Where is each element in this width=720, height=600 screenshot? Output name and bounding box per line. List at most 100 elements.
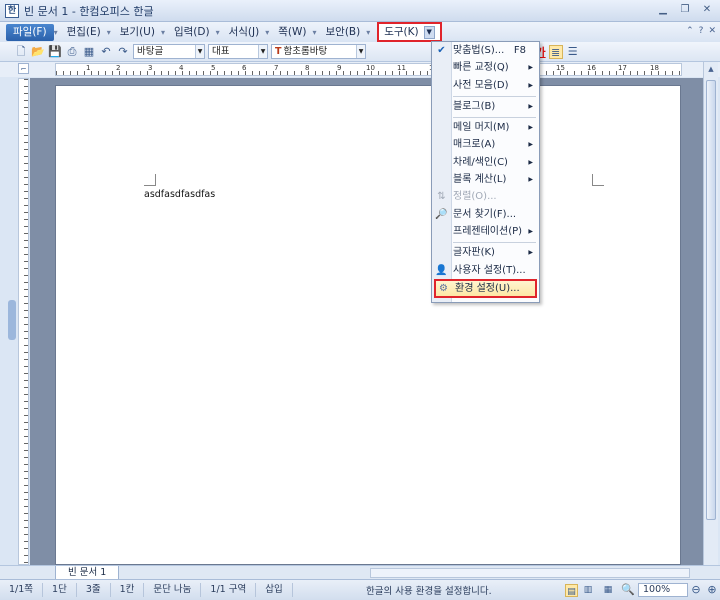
- menu-item-mail-merge[interactable]: 메일 머지(M) ▶: [432, 119, 539, 136]
- ruler-number: 15: [556, 64, 565, 72]
- menu-item-find-document[interactable]: 🔎 문서 찾기(F)...: [432, 206, 539, 223]
- side-panel-handle[interactable]: [8, 300, 16, 340]
- submenu-arrow-icon: ▶: [528, 141, 533, 149]
- menu-item-label: 글자판(K): [453, 247, 495, 259]
- document-text[interactable]: asdfasdfasdfas: [144, 189, 215, 200]
- scroll-up-icon[interactable]: ▲: [704, 62, 718, 76]
- menu-item-label: 문서 찾기(F)...: [453, 208, 517, 220]
- menu-format[interactable]: 서식(J): [223, 24, 266, 41]
- menu-item-dictionary[interactable]: 사전 모음(D) ▶: [432, 77, 539, 94]
- save-icon[interactable]: 💾: [48, 45, 62, 59]
- menu-expand-icon: ▾: [106, 27, 111, 37]
- zoom-out-icon[interactable]: ⊖: [688, 583, 704, 597]
- submenu-arrow-icon: ▶: [528, 249, 533, 257]
- menu-item-shortcut: F8: [513, 45, 526, 56]
- status-insert-mode[interactable]: 삽입: [256, 583, 293, 597]
- font-type-icon: T: [275, 46, 282, 57]
- hwp-app-icon[interactable]: 한: [5, 3, 19, 18]
- document-tab-bar: 빈 문서 1: [0, 565, 720, 580]
- vertical-ruler[interactable]: [18, 78, 29, 565]
- horizontal-ruler[interactable]: 1 2 3 4 5 6 7 8 9 10 11 12 13 14 15 16 1…: [55, 63, 682, 76]
- find-document-icon: 🔎: [435, 208, 448, 220]
- menu-item-label: 사용자 설정(T)...: [453, 264, 526, 276]
- close-doc-icon[interactable]: ✕: [708, 26, 716, 36]
- tab-type-icon[interactable]: ⌐: [18, 63, 29, 74]
- ruler-number: 11: [397, 64, 406, 72]
- help-icon[interactable]: ?: [699, 26, 704, 36]
- tools-dropdown-menu: ✔ 맞춤법(S)... F8 빠른 교정(Q) ▶ 사전 모음(D) ▶ 블로그…: [431, 41, 540, 303]
- menu-security[interactable]: 보안(B): [320, 24, 367, 41]
- scroll-thumb[interactable]: [706, 80, 716, 520]
- restore-icon[interactable]: ❐: [678, 4, 692, 17]
- menu-tools[interactable]: 도구(K) ▼: [377, 22, 442, 42]
- submenu-arrow-icon: ▶: [528, 102, 533, 110]
- chevron-down-icon[interactable]: ▼: [195, 45, 204, 58]
- menu-item-macro[interactable]: 매크로(A) ▶: [432, 136, 539, 153]
- preview-icon[interactable]: ▦: [82, 45, 96, 59]
- align-left-icon[interactable]: ☰: [566, 45, 580, 59]
- margin-corner-marker: [592, 174, 604, 186]
- chevron-down-icon[interactable]: ▼: [356, 45, 365, 58]
- menu-item-label: 블록 계산(L): [453, 174, 507, 186]
- font-combo[interactable]: T 함초롬바탕 ▼: [271, 44, 366, 59]
- minimize-icon[interactable]: ▁: [656, 4, 670, 17]
- menu-tools-label: 도구(K): [384, 26, 419, 38]
- spellcheck-icon: ✔: [437, 45, 446, 56]
- menu-expand-icon: ▾: [312, 27, 317, 37]
- document-area: asdfasdfasdfas: [30, 78, 703, 565]
- document-page[interactable]: asdfasdfasdfas: [55, 85, 681, 565]
- status-paragraph: 문단 나눔: [144, 583, 202, 597]
- menu-item-keyboard-layout[interactable]: 글자판(K) ▶: [432, 244, 539, 261]
- menu-expand-icon: ▾: [366, 27, 371, 37]
- align-justify-icon[interactable]: ≣: [548, 44, 563, 59]
- chevron-down-icon[interactable]: ▼: [423, 25, 435, 39]
- zoom-icon[interactable]: 🔍: [618, 583, 638, 597]
- menu-page[interactable]: 쪽(W): [272, 24, 312, 41]
- menu-item-user-settings[interactable]: 👤 사용자 설정(T)...: [432, 262, 539, 279]
- language-combo[interactable]: 대표 ▼: [208, 44, 268, 59]
- menu-item-toc-index[interactable]: 차례/색인(C) ▶: [432, 154, 539, 171]
- submenu-arrow-icon: ▶: [528, 227, 533, 235]
- chevron-down-icon[interactable]: ▼: [258, 45, 267, 58]
- menu-item-block-calc[interactable]: 블록 계산(L) ▶: [432, 171, 539, 188]
- status-page[interactable]: 1/1쪽: [0, 583, 44, 597]
- close-icon[interactable]: ✕: [700, 4, 714, 17]
- menu-item-label: 차례/색인(C): [453, 156, 508, 168]
- print-icon[interactable]: ⎙: [65, 45, 79, 59]
- menu-item-preferences[interactable]: ⚙ 환경 설정(U)...: [434, 278, 537, 298]
- zoom-in-icon[interactable]: ⊕: [704, 583, 720, 597]
- sort-icon: ⇅: [437, 191, 446, 203]
- menu-item-spellcheck[interactable]: ✔ 맞춤법(S)... F8: [432, 42, 539, 59]
- menu-item-presentation[interactable]: 프레젠테이션(P) ▶: [432, 223, 539, 240]
- redo-icon[interactable]: ↷: [116, 45, 130, 59]
- menu-item-label: 사전 모음(D): [453, 79, 509, 91]
- zoom-combo[interactable]: 100%: [638, 583, 688, 597]
- ruler-number: 7: [274, 64, 279, 72]
- status-bar: 1/1쪽 1단 3줄 1칸 문단 나눔 1/1 구역 삽입 한글의 사용 환경을…: [0, 579, 720, 600]
- new-document-icon[interactable]: 🗋: [14, 45, 28, 59]
- status-column-count: 1단: [43, 583, 77, 597]
- menu-edit[interactable]: 편집(E): [61, 24, 107, 41]
- menu-item-label: 메일 머지(M): [453, 122, 510, 134]
- menu-item-blog[interactable]: 블로그(B) ▶: [432, 98, 539, 115]
- menu-file[interactable]: 파일(F): [6, 23, 54, 41]
- outline-view-icon[interactable]: ▦: [598, 583, 618, 597]
- style-combo-value: 바탕글: [137, 46, 164, 57]
- menu-view[interactable]: 보기(U): [114, 24, 161, 41]
- undo-icon[interactable]: ↶: [99, 45, 113, 59]
- layout-view-icon[interactable]: ▥: [578, 583, 598, 597]
- open-folder-icon[interactable]: 📂: [31, 45, 45, 59]
- document-tab[interactable]: 빈 문서 1: [55, 566, 120, 580]
- normal-view-icon[interactable]: ▤: [565, 583, 578, 597]
- menu-item-label: 블로그(B): [453, 100, 496, 112]
- ruler-number: 17: [618, 64, 627, 72]
- ruler-number: 18: [650, 64, 659, 72]
- horizontal-scrollbar[interactable]: [370, 568, 690, 578]
- collapse-ribbon-icon[interactable]: ⌃: [686, 26, 694, 36]
- submenu-arrow-icon: ▶: [528, 124, 533, 132]
- menu-input[interactable]: 입력(D): [168, 24, 216, 41]
- style-combo[interactable]: 바탕글 ▼: [133, 44, 205, 59]
- vertical-scrollbar[interactable]: ▲: [703, 62, 718, 565]
- menu-item-quick-correct[interactable]: 빠른 교정(Q) ▶: [432, 59, 539, 76]
- toolbar: 🗋 📂 💾 ⎙ ▦ ↶ ↷ 바탕글 ▼ 대표 ▼ T함초롬바탕 ▼ 가 가 가 …: [0, 42, 720, 62]
